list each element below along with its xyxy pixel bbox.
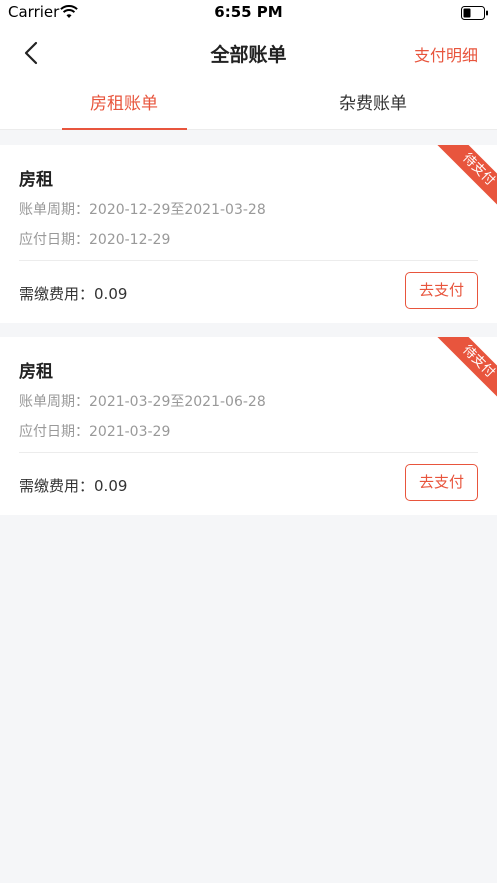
bill-due-label: 应付日期： bbox=[19, 424, 89, 440]
battery-icon bbox=[461, 5, 489, 24]
bill-title: 房租 bbox=[19, 170, 53, 190]
pay-button[interactable]: 去支付 bbox=[405, 272, 478, 309]
status-badge: 待支付 bbox=[431, 145, 497, 217]
bill-fee-label: 需缴费用： bbox=[19, 477, 95, 495]
card-divider bbox=[19, 452, 478, 453]
bill-due-label: 应付日期： bbox=[19, 232, 89, 248]
payment-details-link[interactable]: 支付明细 bbox=[414, 42, 478, 66]
bill-fee-label: 需缴费用： bbox=[19, 285, 95, 303]
bill-title: 房租 bbox=[19, 362, 53, 382]
card-divider bbox=[19, 260, 478, 261]
navigation-bar: 全部账单 支付明细 bbox=[0, 26, 497, 78]
status-time: 6:55 PM bbox=[214, 3, 283, 21]
bill-tabs: 房租账单 杂费账单 bbox=[0, 78, 497, 130]
bill-period-label: 账单周期： bbox=[19, 394, 89, 410]
bill-period-value: 2020-12-29至2021-03-28 bbox=[89, 202, 266, 218]
tab-active-indicator bbox=[62, 128, 187, 130]
tab-misc-bills[interactable]: 杂费账单 bbox=[249, 78, 497, 130]
status-badge: 待支付 bbox=[431, 337, 497, 409]
bill-period: 账单周期：2020-12-29至2021-03-28 bbox=[19, 199, 266, 219]
bill-card: 待支付 房租 账单周期：2021-03-29至2021-06-28 应付日期：2… bbox=[0, 337, 497, 515]
bill-fee-value: 0.09 bbox=[94, 477, 128, 495]
bill-fee: 需缴费用：0.09 bbox=[19, 283, 127, 304]
bill-due-value: 2021-03-29 bbox=[89, 424, 171, 440]
bill-fee: 需缴费用：0.09 bbox=[19, 475, 127, 496]
bill-due-date: 应付日期：2020-12-29 bbox=[19, 229, 170, 249]
bill-period-value: 2021-03-29至2021-06-28 bbox=[89, 394, 266, 410]
bill-period: 账单周期：2021-03-29至2021-06-28 bbox=[19, 391, 266, 411]
tab-rent-bills[interactable]: 房租账单 bbox=[0, 78, 248, 130]
pay-button[interactable]: 去支付 bbox=[405, 464, 478, 501]
bill-card: 待支付 房租 账单周期：2020-12-29至2021-03-28 应付日期：2… bbox=[0, 145, 497, 323]
bill-fee-value: 0.09 bbox=[94, 285, 128, 303]
bill-due-value: 2020-12-29 bbox=[89, 232, 171, 248]
bill-due-date: 应付日期：2021-03-29 bbox=[19, 421, 170, 441]
bill-period-label: 账单周期： bbox=[19, 202, 89, 218]
status-bar: Carrier 6:55 PM bbox=[0, 0, 497, 26]
